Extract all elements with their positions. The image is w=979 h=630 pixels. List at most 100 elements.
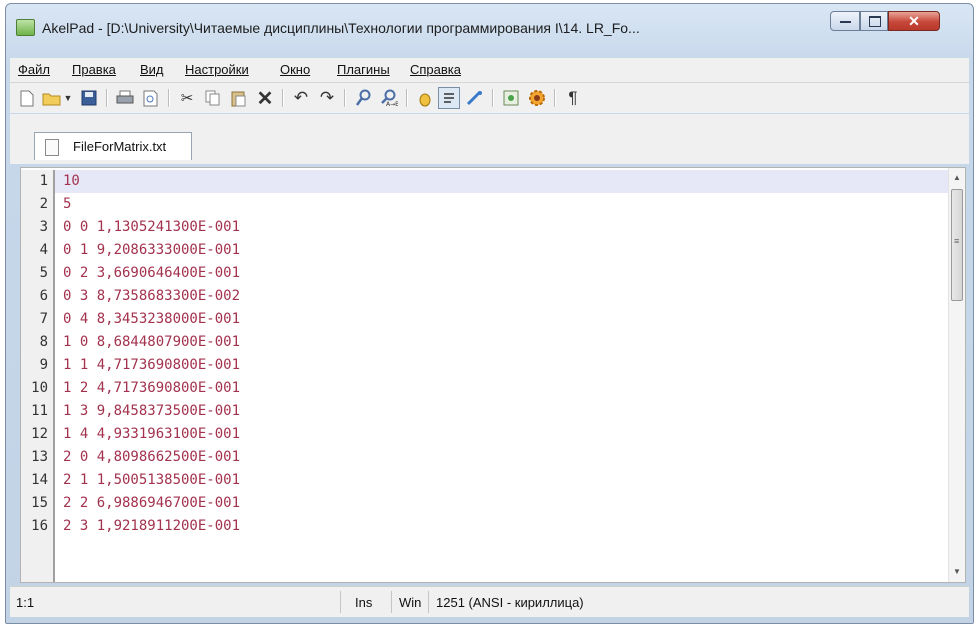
editor-line[interactable]: 3 0 0 1,1305241300E-001 xyxy=(21,216,951,239)
editor-line[interactable]: 8 1 0 8,6844807900E-001 xyxy=(21,331,951,354)
pilcrow-icon[interactable]: ¶ xyxy=(562,87,584,109)
toolbar-separator xyxy=(554,89,556,107)
toolbar: ▼ ✂ ✕ ↶ ↷ A→B ¶ xyxy=(10,83,969,113)
window-title: AkelPad - [D:\University\Читаемые дисцип… xyxy=(42,20,640,36)
copy-icon[interactable] xyxy=(202,87,224,109)
line-number: 7 xyxy=(21,308,55,331)
editor-line[interactable]: 16 2 3 1,9218911200E-001 xyxy=(21,515,951,538)
editor-line[interactable]: 11 1 3 9,8458373500E-001 xyxy=(21,400,951,423)
title-bar[interactable]: AkelPad - [D:\University\Читаемые дисцип… xyxy=(6,4,973,59)
editor-line[interactable]: 5 0 2 3,6690646400E-001 xyxy=(21,262,951,285)
line-number: 15 xyxy=(21,492,55,515)
scroll-down-arrow-icon[interactable]: ▼ xyxy=(949,564,965,580)
document-icon xyxy=(45,139,59,156)
status-divider xyxy=(391,591,392,613)
line-text: 2 0 4,8098662500E-001 xyxy=(63,449,241,465)
tab-label: FileForMatrix.txt xyxy=(73,139,167,154)
print-icon[interactable] xyxy=(114,87,136,109)
line-text: 1 3 9,8458373500E-001 xyxy=(63,403,241,419)
line-text: 1 1 4,7173690800E-001 xyxy=(63,357,241,373)
scrollbar-thumb[interactable]: ≡ xyxy=(951,189,963,301)
grip-icon: ≡ xyxy=(954,236,960,246)
editor-line[interactable]: 14 2 1 1,5005138500E-001 xyxy=(21,469,951,492)
menu-view[interactable]: Вид xyxy=(140,62,164,77)
toolbar-separator xyxy=(492,89,494,107)
line-number: 1 xyxy=(21,170,55,193)
cut-icon[interactable]: ✂ xyxy=(176,87,198,109)
line-text: 1 2 4,7173690800E-001 xyxy=(63,380,241,396)
menu-plugins[interactable]: Плагины xyxy=(337,62,390,77)
line-text: 0 4 8,3453238000E-001 xyxy=(63,311,241,327)
print-preview-icon[interactable] xyxy=(140,87,162,109)
editor-line[interactable]: 4 0 1 9,2086333000E-001 xyxy=(21,239,951,262)
line-text: 0 3 8,7358683300E-002 xyxy=(63,288,241,304)
menu-file[interactable]: Файл xyxy=(18,62,50,77)
akelpad-window: AkelPad - [D:\University\Читаемые дисцип… xyxy=(5,3,974,624)
line-text: 2 1 1,5005138500E-001 xyxy=(63,472,241,488)
scroll-up-arrow-icon[interactable]: ▲ xyxy=(949,170,965,186)
replace-icon[interactable]: A→B xyxy=(378,87,400,109)
newline-format[interactable]: Win xyxy=(399,595,421,610)
minimize-button[interactable] xyxy=(830,11,860,31)
menu-settings[interactable]: Настройки xyxy=(185,62,249,77)
toolbar-separator xyxy=(282,89,284,107)
editor-line-partial xyxy=(21,538,951,582)
editor-line[interactable]: 9 1 1 4,7173690800E-001 xyxy=(21,354,951,377)
save-icon[interactable] xyxy=(78,87,100,109)
vertical-scrollbar[interactable]: ▲ ≡ ▼ xyxy=(948,168,965,582)
line-number: 16 xyxy=(21,515,55,538)
menu-edit[interactable]: Правка xyxy=(72,62,116,77)
akelpad-app-icon xyxy=(16,19,35,36)
line-number: 8 xyxy=(21,331,55,354)
maximize-button[interactable] xyxy=(860,11,888,31)
new-file-icon[interactable] xyxy=(16,87,38,109)
line-number: 4 xyxy=(21,239,55,262)
find-icon[interactable] xyxy=(352,87,374,109)
editor-line[interactable]: 6 0 3 8,7358683300E-002 xyxy=(21,285,951,308)
line-text: 2 2 6,9886946700E-001 xyxy=(63,495,241,511)
line-number: 14 xyxy=(21,469,55,492)
editor-line[interactable]: 12 1 4 4,9331963100E-001 xyxy=(21,423,951,446)
insert-mode[interactable]: Ins xyxy=(355,595,372,610)
delete-icon[interactable]: ✕ xyxy=(254,87,276,110)
toolbar-separator xyxy=(106,89,108,107)
line-number: 12 xyxy=(21,423,55,446)
maximize-icon xyxy=(869,16,881,27)
toolbar-separator xyxy=(168,89,170,107)
edit-icon[interactable] xyxy=(500,87,522,109)
line-text: 0 1 9,2086333000E-001 xyxy=(63,242,241,258)
dropdown-arrow-icon[interactable]: ▼ xyxy=(62,87,74,109)
encoding[interactable]: 1251 (ANSI - кириллица) xyxy=(436,595,584,610)
open-folder-icon[interactable] xyxy=(41,87,63,109)
word-wrap-icon[interactable] xyxy=(438,87,460,109)
menu-bar: Файл Правка Вид Настройки Окно Плагины С… xyxy=(10,58,969,83)
color-icon[interactable] xyxy=(464,87,486,109)
line-text: 5 xyxy=(63,196,72,212)
status-bar: 1:1 Ins Win 1251 (ANSI - кириллица) xyxy=(10,586,969,617)
settings-icon[interactable] xyxy=(526,87,548,109)
menu-window[interactable]: Окно xyxy=(280,62,310,77)
editor-line[interactable]: 1 10 xyxy=(21,170,951,193)
line-number: 9 xyxy=(21,354,55,377)
editor-line[interactable]: 13 2 0 4,8098662500E-001 xyxy=(21,446,951,469)
line-text: 10 xyxy=(63,173,80,189)
cursor-position: 1:1 xyxy=(16,595,35,610)
insert-char-icon[interactable] xyxy=(414,87,436,109)
editor-line[interactable]: 7 0 4 8,3453238000E-001 xyxy=(21,308,951,331)
line-number: 13 xyxy=(21,446,55,469)
editor-line[interactable]: 10 1 2 4,7173690800E-001 xyxy=(21,377,951,400)
tab-bar: FileForMatrix.txt xyxy=(10,114,969,164)
close-button[interactable]: ✕ xyxy=(888,11,940,31)
line-number: 2 xyxy=(21,193,55,216)
tab-fileformatrix[interactable]: FileForMatrix.txt xyxy=(34,132,192,160)
undo-icon[interactable]: ↶ xyxy=(290,87,312,109)
paste-icon[interactable] xyxy=(228,87,250,109)
editor-line[interactable]: 2 5 xyxy=(21,193,951,216)
text-editor[interactable]: 1 10 2 5 3 0 0 1,1305241300E-001 4 0 1 9… xyxy=(20,167,966,583)
close-icon: ✕ xyxy=(908,13,920,29)
menu-help[interactable]: Справка xyxy=(410,62,461,77)
editor-line[interactable]: 15 2 2 6,9886946700E-001 xyxy=(21,492,951,515)
redo-icon[interactable]: ↷ xyxy=(316,87,338,109)
line-number: 6 xyxy=(21,285,55,308)
line-text: 2 3 1,9218911200E-001 xyxy=(63,518,241,534)
